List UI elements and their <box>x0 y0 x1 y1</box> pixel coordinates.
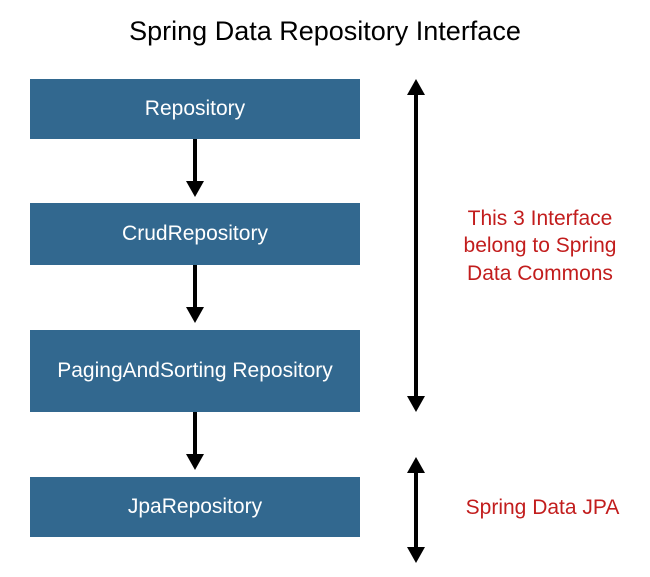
annotation-jpa: Spring Data JPA <box>455 494 630 521</box>
arrow-head-down-icon <box>407 396 425 412</box>
arrow-head-down-icon <box>186 181 204 197</box>
box-crud-repository-label: CrudRepository <box>122 221 268 247</box>
bracket-shaft <box>414 471 418 549</box>
arrow-head-down-icon <box>407 547 425 563</box>
box-crud-repository: CrudRepository <box>30 203 360 265</box>
box-repository: Repository <box>30 79 360 139</box>
box-paging-repository: PagingAndSorting Repository <box>30 330 360 412</box>
box-jpa-repository: JpaRepository <box>30 477 360 537</box>
arrow-shaft <box>193 412 197 456</box>
arrow-shaft <box>193 265 197 309</box>
arrow-head-down-icon <box>186 307 204 323</box>
box-jpa-repository-label: JpaRepository <box>128 494 262 520</box>
diagram-title: Spring Data Repository Interface <box>0 0 650 57</box>
annotation-commons: This 3 Interface belong to Spring Data C… <box>445 205 635 287</box>
box-repository-label: Repository <box>145 96 245 122</box>
arrow-head-down-icon <box>186 454 204 470</box>
diagram-area: Repository CrudRepository PagingAndSorti… <box>0 57 650 577</box>
arrow-shaft <box>193 139 197 183</box>
box-paging-repository-label: PagingAndSorting Repository <box>57 358 333 384</box>
bracket-shaft <box>414 93 418 398</box>
